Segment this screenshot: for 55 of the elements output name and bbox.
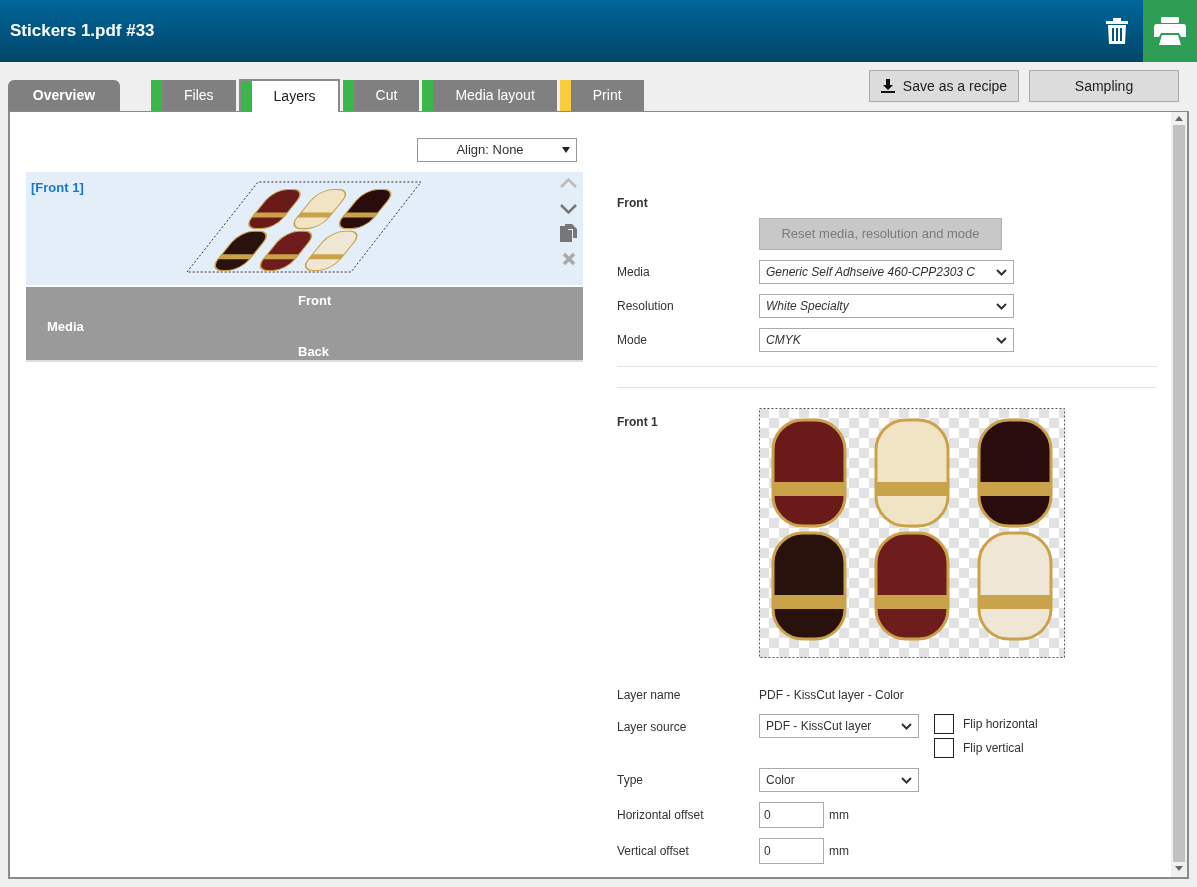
field-label: Horizontal offset — [617, 807, 705, 824]
chevron-down-icon — [901, 722, 912, 730]
section-heading: Front — [617, 195, 649, 212]
dropdown-arrow-icon — [562, 147, 570, 153]
copy-icon[interactable] — [560, 224, 577, 242]
number-input[interactable]: 0 — [759, 838, 824, 864]
download-icon — [880, 79, 895, 93]
section-heading: Front 1 — [617, 414, 659, 431]
tab[interactable]: Overview — [8, 80, 120, 111]
layer-row[interactable]: [Front 1] — [26, 172, 583, 285]
move-down-icon[interactable] — [560, 204, 577, 214]
side-label: Back — [298, 343, 330, 361]
side-label: Front — [298, 292, 332, 310]
field-label: Media — [617, 264, 651, 281]
select-field[interactable]: White Specialty — [759, 294, 1014, 318]
unit-label: mm — [829, 807, 849, 824]
scroll-up-icon[interactable] — [1175, 116, 1183, 121]
flip-checkbox[interactable]: Flip horizontal — [934, 714, 1038, 734]
chevron-down-icon — [996, 268, 1007, 276]
layer-name-value: PDF - KissCut layer - Color — [759, 687, 904, 704]
tab[interactable]: Files — [151, 80, 236, 111]
field-label: Type — [617, 772, 644, 789]
scrollbar[interactable] — [1171, 112, 1187, 877]
number-input[interactable]: 0 — [759, 802, 824, 828]
chevron-down-icon — [901, 776, 912, 784]
field-label: Layer name — [617, 687, 682, 704]
tab[interactable]: Layers — [238, 79, 340, 112]
select-field[interactable]: PDF - KissCut layer — [759, 714, 919, 738]
tab[interactable]: Cut — [342, 80, 420, 111]
media-label: Media — [47, 318, 84, 336]
scroll-down-icon[interactable] — [1175, 866, 1183, 871]
checkbox[interactable] — [934, 738, 954, 758]
select-field[interactable]: Generic Self Adhseive 460-CPP2303 C — [759, 260, 1014, 284]
sampling-button[interactable]: Sampling — [1029, 70, 1179, 102]
checkbox[interactable] — [934, 714, 954, 734]
layer-label: [Front 1] — [30, 179, 85, 197]
printer-icon — [1154, 17, 1186, 45]
delete-icon[interactable] — [561, 252, 576, 266]
chevron-down-icon — [996, 302, 1007, 310]
tab[interactable]: Media layout — [422, 80, 557, 111]
chevron-down-icon — [996, 336, 1007, 344]
field-label: Vertical offset — [617, 843, 690, 860]
window-title: Stickers 1.pdf #33 — [10, 20, 156, 43]
select-field[interactable]: CMYK — [759, 328, 1014, 352]
unit-label: mm — [829, 843, 849, 860]
tab[interactable]: Print — [559, 80, 644, 111]
field-label: Layer source — [617, 719, 688, 736]
trash-icon[interactable] — [1106, 18, 1128, 44]
print-button[interactable] — [1143, 0, 1197, 62]
select-field[interactable]: Color — [759, 768, 919, 792]
flip-checkbox[interactable]: Flip vertical — [934, 738, 1038, 758]
field-label: Mode — [617, 332, 649, 349]
save-recipe-button[interactable]: Save as a recipe — [869, 70, 1019, 102]
field-label: Resolution — [617, 298, 675, 315]
align-dropdown[interactable]: Align: None — [417, 138, 577, 162]
